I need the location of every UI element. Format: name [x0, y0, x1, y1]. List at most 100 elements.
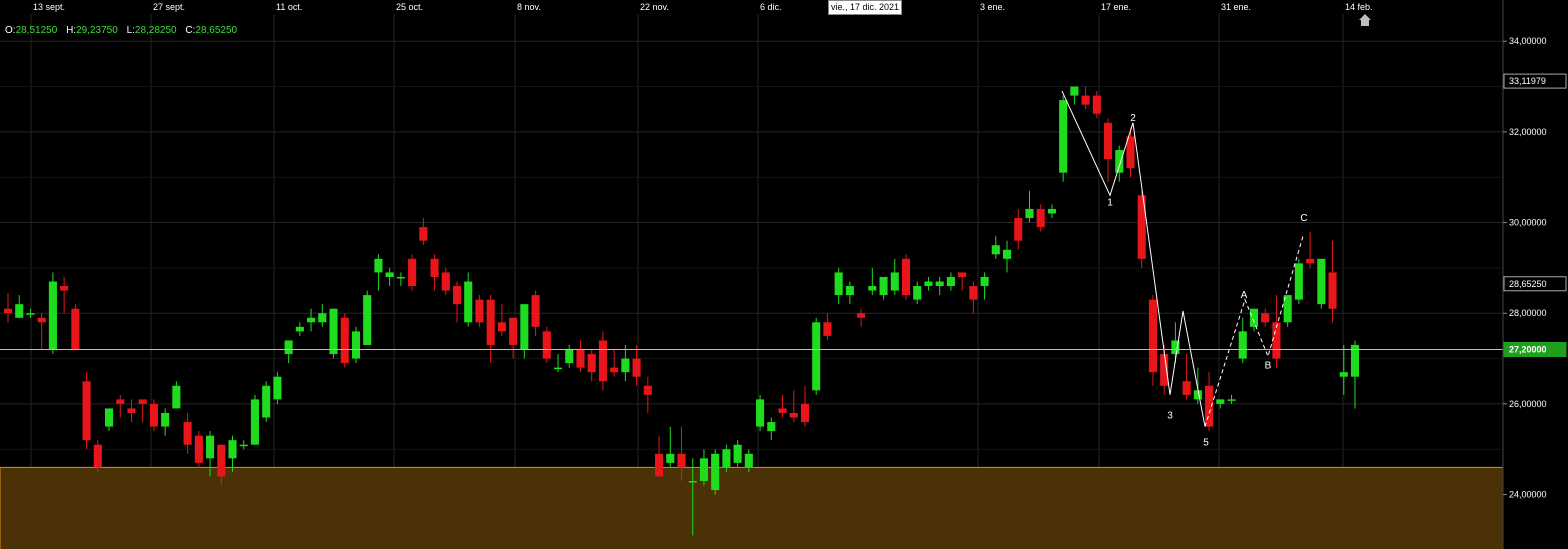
candle-body — [138, 399, 147, 404]
candle-body — [868, 286, 877, 291]
candle-body — [1081, 95, 1090, 105]
x-tick-label: 22 nov. — [640, 2, 669, 12]
candle — [542, 326, 551, 364]
candle-body — [206, 435, 215, 459]
candle — [26, 308, 35, 318]
candle — [576, 340, 585, 373]
candle-body — [565, 349, 574, 364]
candle-body — [262, 385, 271, 418]
candle — [104, 408, 114, 432]
candle-body — [351, 331, 361, 359]
open-label: O: — [5, 25, 16, 36]
candle-body — [497, 322, 506, 332]
candle-body — [991, 245, 1000, 255]
candle — [666, 426, 675, 468]
candlestick-chart[interactable]: 1 2 3 5 A B C 13 sept. 27 sept. 11 oct. 25 oct. 8 … — [0, 0, 1568, 549]
candle — [172, 381, 181, 409]
candle-body — [1002, 249, 1012, 259]
candle — [834, 267, 843, 305]
low-value: 28,28250 — [134, 25, 177, 36]
candle-body — [329, 308, 338, 355]
support-zone — [0, 466, 1504, 549]
candle-body — [307, 317, 316, 323]
candle-body — [621, 358, 630, 373]
candle — [565, 344, 574, 368]
candle — [138, 399, 147, 423]
candle-body — [452, 286, 462, 305]
candle-body — [60, 286, 69, 291]
wave-label: A — [1241, 290, 1248, 301]
candle-body — [295, 326, 304, 332]
candle-body — [800, 403, 810, 423]
candle — [1294, 258, 1303, 305]
candle-body — [711, 453, 720, 491]
candle-body — [542, 331, 551, 359]
candle — [857, 308, 866, 327]
y-tick-label: 28,00000 — [1509, 308, 1547, 318]
y-tick-label: 26,00000 — [1509, 399, 1547, 409]
wave-label: C — [1300, 213, 1307, 224]
candle — [1205, 372, 1214, 432]
candle-body — [340, 317, 349, 364]
candle — [531, 290, 540, 336]
x-tick-label: 6 dic. — [760, 2, 782, 12]
candle — [969, 281, 978, 314]
candle-body — [890, 272, 899, 291]
candle-body — [250, 399, 259, 445]
x-tick-label: 17 ene. — [1101, 2, 1131, 12]
candle — [239, 440, 248, 450]
candle-body — [946, 276, 955, 287]
candle — [48, 272, 57, 355]
wave-label: 2 — [1130, 113, 1136, 124]
candle — [15, 295, 24, 318]
candle-body — [396, 276, 405, 279]
candle — [901, 254, 911, 300]
candle-body — [812, 322, 821, 391]
candle-body — [509, 317, 518, 345]
candle — [71, 304, 80, 350]
candle — [890, 258, 899, 296]
candle — [935, 276, 944, 296]
candle-body — [116, 399, 125, 404]
price-label: 28,65250 — [1509, 279, 1547, 289]
candle-body — [228, 440, 237, 459]
candle — [1227, 394, 1236, 404]
x-tick-label: 14 feb. — [1345, 2, 1373, 12]
candle-body — [778, 408, 787, 413]
candle — [610, 349, 619, 377]
candle — [553, 354, 563, 373]
candle-body — [149, 403, 158, 427]
candle-body — [655, 453, 664, 477]
wave-label: B — [1265, 361, 1272, 372]
candle-body — [823, 322, 832, 336]
candle-body — [1115, 150, 1124, 173]
candle — [385, 267, 394, 287]
candle — [946, 272, 955, 291]
candle-body — [318, 313, 327, 323]
candle-body — [587, 354, 596, 373]
candle — [980, 272, 989, 300]
candle — [778, 394, 787, 418]
candle — [868, 267, 877, 296]
candle-body — [553, 367, 563, 370]
y-tick-label: 32,00000 — [1509, 127, 1547, 137]
candle — [161, 408, 170, 436]
candle — [958, 272, 967, 291]
candle-body — [26, 313, 35, 315]
candle — [598, 331, 607, 391]
candle-body — [486, 299, 495, 345]
candle-body — [733, 444, 742, 463]
y-tick-label: 34,00000 — [1509, 36, 1547, 46]
candle-body — [48, 281, 57, 350]
candle-body — [969, 286, 978, 300]
candle — [1047, 204, 1056, 219]
home-icon[interactable] — [1359, 14, 1371, 26]
candle — [295, 322, 304, 336]
candle — [116, 394, 125, 418]
y-axis: 34,00000 32,00000 30,00000 28,00000 26,00000… — [1502, 0, 1568, 549]
candle — [228, 435, 237, 472]
candle-body — [1104, 122, 1113, 160]
candle — [149, 399, 158, 432]
candle — [800, 385, 810, 427]
candle-body — [3, 308, 13, 314]
